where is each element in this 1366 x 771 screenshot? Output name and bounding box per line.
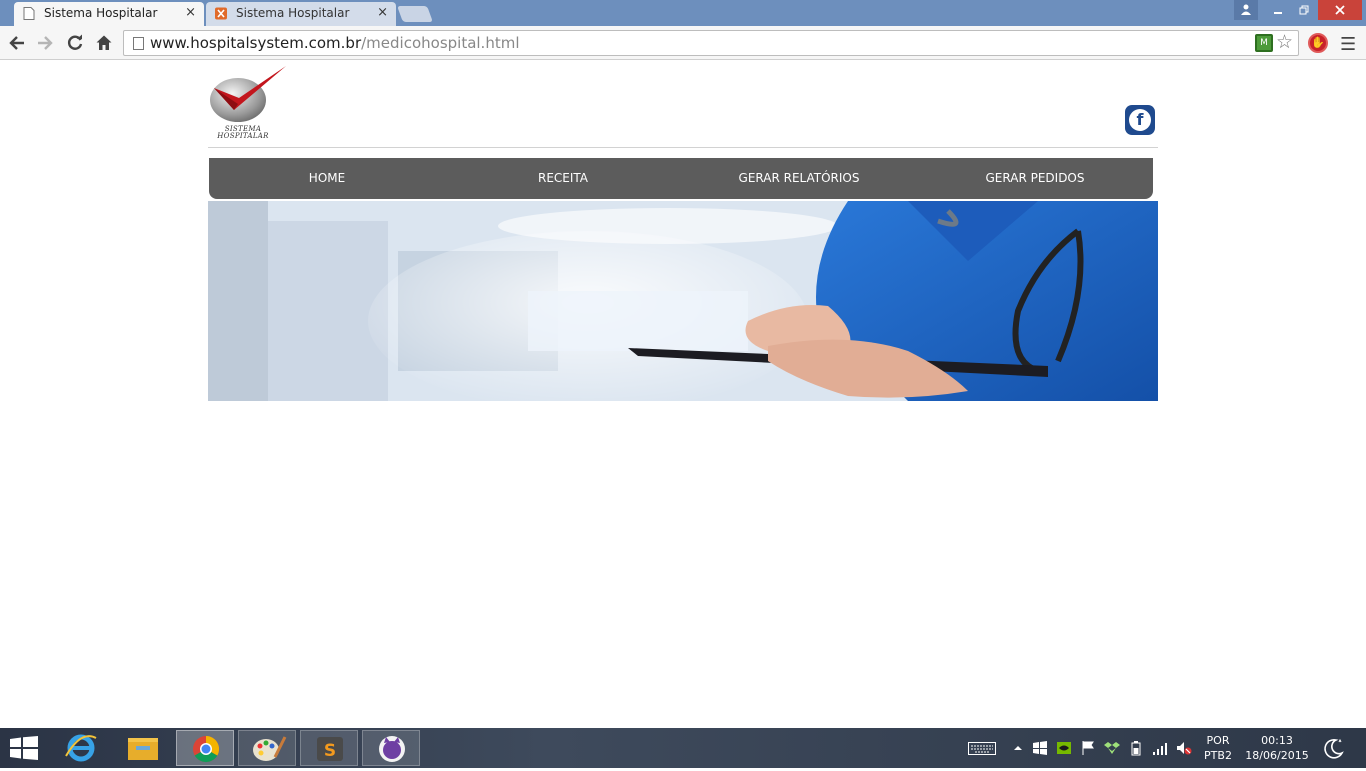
facebook-icon[interactable]: f — [1125, 105, 1155, 135]
volume-muted-icon[interactable] — [1176, 740, 1192, 756]
browser-tab-active[interactable]: Sistema Hospitalar × — [14, 2, 204, 26]
flag-icon[interactable] — [1080, 740, 1096, 756]
keyboard-icon[interactable] — [968, 740, 996, 756]
extension-icon[interactable]: M — [1255, 34, 1273, 52]
windows-tray-icon[interactable] — [1032, 740, 1048, 756]
date: 18/06/2015 — [1245, 749, 1309, 762]
signal-icon[interactable] — [1152, 740, 1168, 756]
chrome-icon[interactable] — [176, 730, 234, 766]
windows-taskbar: S POR PTB2 00:13 18/06/2015 — [0, 728, 1366, 768]
tab-title: Sistema Hospitalar — [44, 6, 158, 20]
tab-close-icon[interactable]: × — [377, 2, 388, 24]
page-icon — [133, 37, 144, 50]
windows-start-icon[interactable] — [10, 736, 38, 760]
new-tab-button[interactable] — [397, 6, 433, 22]
tab-close-icon[interactable]: × — [185, 2, 196, 24]
moon-icon[interactable] — [1322, 738, 1344, 760]
hero-banner-image — [208, 201, 1158, 401]
back-arrow-icon[interactable] — [6, 32, 28, 54]
browser-toolbar: www.hospitalsystem.com.br/medicohospital… — [0, 26, 1366, 60]
facebook-glyph: f — [1136, 110, 1144, 129]
nav-item-receita[interactable]: RECEITA — [445, 158, 681, 199]
logo-text: HOSPITALAR — [217, 132, 269, 140]
header-divider — [208, 147, 1158, 148]
internet-explorer-icon[interactable] — [52, 730, 110, 766]
main-navigation: HOME RECEITA GERAR RELATÓRIOS GERAR PEDI… — [209, 158, 1153, 199]
language-indicator[interactable]: POR PTB2 — [1200, 728, 1236, 768]
sublime-text-icon[interactable]: S — [300, 730, 358, 766]
dropbox-icon[interactable] — [1104, 740, 1120, 756]
url-text[interactable]: www.hospitalsystem.com.br/medicohospital… — [150, 34, 520, 52]
reload-icon[interactable] — [64, 32, 86, 54]
user-profile-icon[interactable] — [1234, 0, 1258, 20]
minimize-icon[interactable] — [1266, 0, 1290, 20]
restore-icon[interactable] — [1292, 0, 1316, 20]
nvidia-icon[interactable] — [1056, 740, 1072, 756]
window-close-icon[interactable] — [1318, 0, 1362, 20]
file-explorer-icon[interactable] — [114, 730, 172, 766]
github-icon[interactable] — [362, 730, 420, 766]
forward-arrow-icon[interactable] — [34, 32, 56, 54]
nav-item-gerar-pedidos[interactable]: GERAR PEDIDOS — [917, 158, 1153, 199]
clock[interactable]: 00:13 18/06/2015 — [1242, 728, 1312, 768]
time: 00:13 — [1261, 734, 1293, 747]
browser-titlebar: Sistema Hospitalar × Sistema Hospitalar … — [0, 0, 1366, 26]
paint-icon[interactable] — [238, 730, 296, 766]
chevron-up-icon[interactable] — [1010, 740, 1026, 756]
check-logo-icon — [210, 66, 286, 122]
bookmark-star-icon[interactable]: ☆ — [1276, 31, 1293, 53]
nav-item-home[interactable]: HOME — [209, 158, 445, 199]
doctor-with-tablet-image — [208, 201, 1158, 401]
site-logo[interactable]: SISTEMA HOSPITALAR — [208, 64, 290, 142]
page-icon — [23, 7, 35, 20]
adblock-icon[interactable]: ✋ — [1308, 33, 1328, 53]
xampp-icon — [215, 7, 227, 20]
svg-text:S: S — [324, 741, 336, 761]
battery-icon[interactable] — [1128, 740, 1144, 756]
nav-item-gerar-relatorios[interactable]: GERAR RELATÓRIOS — [681, 158, 917, 199]
menu-icon[interactable]: ☰ — [1340, 34, 1356, 55]
tab-title: Sistema Hospitalar — [236, 6, 350, 20]
address-bar[interactable]: www.hospitalsystem.com.br/medicohospital… — [123, 30, 1299, 56]
home-icon[interactable] — [93, 32, 115, 54]
browser-tab-inactive[interactable]: Sistema Hospitalar × — [206, 2, 396, 26]
